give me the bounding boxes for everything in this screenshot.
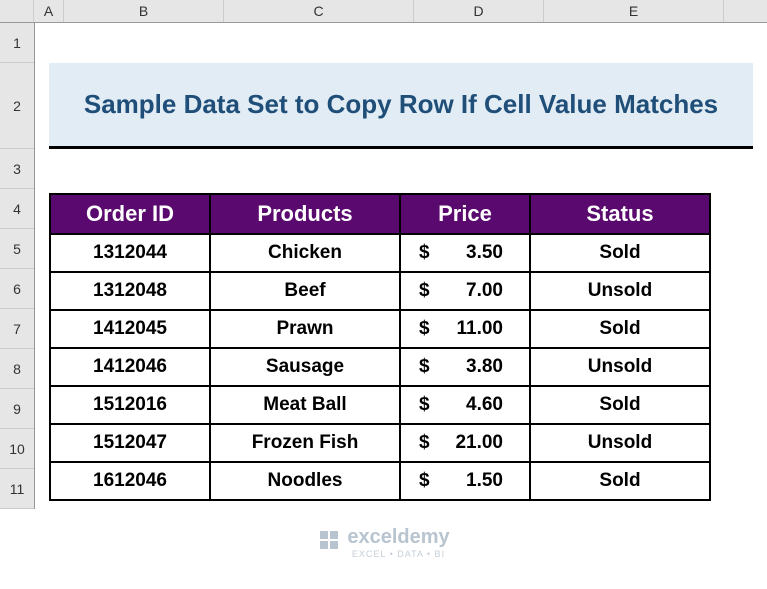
column-header-D[interactable]: D	[414, 0, 544, 22]
cell-price[interactable]: $21.00	[400, 424, 530, 462]
row-headers: 1 2 3 4 5 6 7 8 9 10 11	[0, 23, 35, 509]
row-header-2[interactable]: 2	[0, 63, 34, 149]
cell-product[interactable]: Chicken	[210, 234, 400, 272]
cell-order-id[interactable]: 1412046	[50, 348, 210, 386]
page-title: Sample Data Set to Copy Row If Cell Valu…	[49, 63, 753, 149]
header-order-id[interactable]: Order ID	[50, 194, 210, 234]
cell-product[interactable]: Noodles	[210, 462, 400, 500]
logo-icon	[317, 528, 341, 558]
cell-order-id[interactable]: 1312044	[50, 234, 210, 272]
row-header-8[interactable]: 8	[0, 349, 34, 389]
table-row[interactable]: 1412046Sausage$3.80Unsold	[50, 348, 710, 386]
watermark: exceldemy EXCEL • DATA • BI	[0, 526, 767, 559]
cell-price[interactable]: $4.60	[400, 386, 530, 424]
column-header-C[interactable]: C	[224, 0, 414, 22]
table-row[interactable]: 1612046Noodles$1.50Sold	[50, 462, 710, 500]
column-headers: A B C D E	[0, 0, 767, 23]
column-header-A[interactable]: A	[34, 0, 64, 22]
cell-status[interactable]: Unsold	[530, 272, 710, 310]
row-header-4[interactable]: 4	[0, 189, 34, 229]
column-header-B[interactable]: B	[64, 0, 224, 22]
cell-order-id[interactable]: 1412045	[50, 310, 210, 348]
column-header-E[interactable]: E	[544, 0, 724, 22]
cell-product[interactable]: Frozen Fish	[210, 424, 400, 462]
cell-price[interactable]: $1.50	[400, 462, 530, 500]
cell-status[interactable]: Sold	[530, 386, 710, 424]
cell-status[interactable]: Unsold	[530, 424, 710, 462]
table-row[interactable]: 1412045Prawn$11.00Sold	[50, 310, 710, 348]
cell-order-id[interactable]: 1512016	[50, 386, 210, 424]
cell-price[interactable]: $7.00	[400, 272, 530, 310]
cell-order-id[interactable]: 1512047	[50, 424, 210, 462]
table-row[interactable]: 1312048Beef$7.00Unsold	[50, 272, 710, 310]
cell-product[interactable]: Beef	[210, 272, 400, 310]
row-header-6[interactable]: 6	[0, 269, 34, 309]
select-all-corner[interactable]	[0, 0, 34, 22]
table-row[interactable]: 1312044Chicken$3.50Sold	[50, 234, 710, 272]
header-products[interactable]: Products	[210, 194, 400, 234]
cell-product[interactable]: Sausage	[210, 348, 400, 386]
cell-price[interactable]: $11.00	[400, 310, 530, 348]
cell-status[interactable]: Sold	[530, 462, 710, 500]
header-price[interactable]: Price	[400, 194, 530, 234]
row-header-9[interactable]: 9	[0, 389, 34, 429]
row-header-11[interactable]: 11	[0, 469, 34, 509]
cell-price[interactable]: $3.50	[400, 234, 530, 272]
cell-product[interactable]: Prawn	[210, 310, 400, 348]
cell-order-id[interactable]: 1612046	[50, 462, 210, 500]
cell-price[interactable]: $3.80	[400, 348, 530, 386]
row-header-7[interactable]: 7	[0, 309, 34, 349]
watermark-brand: exceldemy	[347, 526, 449, 548]
table-row[interactable]: 1512047Frozen Fish$21.00Unsold	[50, 424, 710, 462]
cell-order-id[interactable]: 1312048	[50, 272, 210, 310]
data-table: Order ID Products Price Status 1312044Ch…	[49, 193, 711, 501]
cell-status[interactable]: Sold	[530, 234, 710, 272]
cell-product[interactable]: Meat Ball	[210, 386, 400, 424]
cell-status[interactable]: Sold	[530, 310, 710, 348]
cell-status[interactable]: Unsold	[530, 348, 710, 386]
row-header-1[interactable]: 1	[0, 23, 34, 63]
header-status[interactable]: Status	[530, 194, 710, 234]
table-header-row: Order ID Products Price Status	[50, 194, 710, 234]
table-row[interactable]: 1512016Meat Ball$4.60Sold	[50, 386, 710, 424]
row-header-10[interactable]: 10	[0, 429, 34, 469]
row-header-3[interactable]: 3	[0, 149, 34, 189]
row-header-5[interactable]: 5	[0, 229, 34, 269]
watermark-tagline: EXCEL • DATA • BI	[347, 549, 449, 559]
